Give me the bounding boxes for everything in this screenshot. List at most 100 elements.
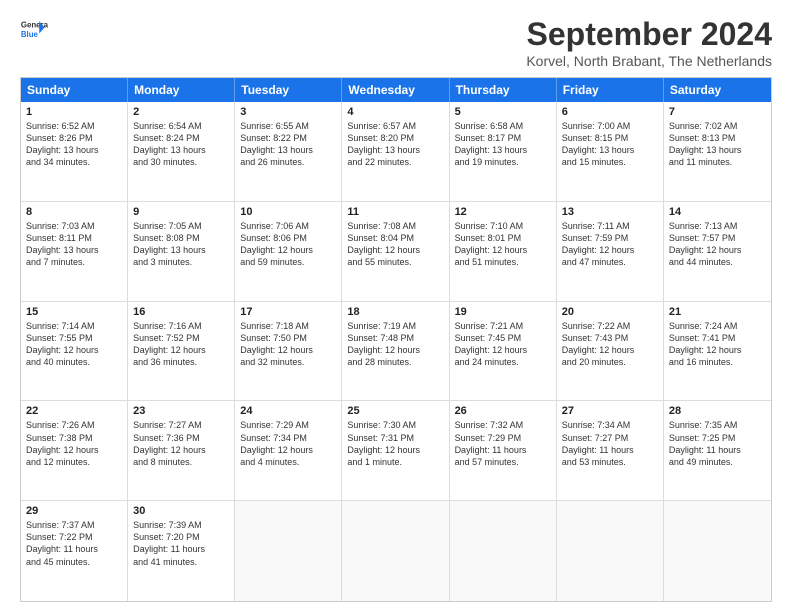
day-number: 26 [455, 405, 551, 417]
day-info: Sunrise: 7:34 AMSunset: 7:27 PMDaylight:… [562, 419, 658, 468]
svg-text:Blue: Blue [21, 30, 39, 39]
day-number: 1 [26, 106, 122, 118]
day-number: 18 [347, 306, 443, 318]
day-number: 28 [669, 405, 766, 417]
calendar-cell: 7 Sunrise: 7:02 AMSunset: 8:13 PMDaylight… [664, 102, 771, 201]
day-info: Sunrise: 7:02 AMSunset: 8:13 PMDaylight:… [669, 120, 766, 169]
calendar-cell: 1 Sunrise: 6:52 AMSunset: 8:26 PMDaylight… [21, 102, 128, 201]
calendar-cell: 13 Sunrise: 7:11 AMSunset: 7:59 PMDayligh… [557, 202, 664, 301]
weekday-header: Friday [557, 78, 664, 102]
calendar-cell: 5 Sunrise: 6:58 AMSunset: 8:17 PMDaylight… [450, 102, 557, 201]
day-info: Sunrise: 7:30 AMSunset: 7:31 PMDaylight:… [347, 419, 443, 468]
logo-icon: GeneralBlue [20, 16, 48, 44]
day-info: Sunrise: 7:11 AMSunset: 7:59 PMDaylight:… [562, 220, 658, 269]
calendar-row: 8 Sunrise: 7:03 AMSunset: 8:11 PMDaylight… [21, 202, 771, 302]
calendar-cell: 10Sunrise: 7:06 AMSunset: 8:06 PMDayligh… [235, 202, 342, 301]
calendar-cell [450, 501, 557, 601]
day-number: 19 [455, 306, 551, 318]
day-number: 21 [669, 306, 766, 318]
calendar-cell: 22 Sunrise: 7:26 AMSunset: 7:38 PMDayligh… [21, 401, 128, 500]
calendar-cell [664, 501, 771, 601]
day-number: 9 [133, 206, 229, 218]
calendar-cell: 19 Sunrise: 7:21 AMSunset: 7:45 PMDayligh… [450, 302, 557, 401]
day-info: Sunrise: 6:54 AMSunset: 8:24 PMDaylight:… [133, 120, 229, 169]
day-info: Sunrise: 7:24 AMSunset: 7:41 PMDaylight:… [669, 320, 766, 369]
calendar-cell: 11Sunrise: 7:08 AMSunset: 8:04 PMDayligh… [342, 202, 449, 301]
day-info: Sunrise: 7:37 AMSunset: 7:22 PMDaylight:… [26, 519, 122, 568]
calendar-row: 22 Sunrise: 7:26 AMSunset: 7:38 PMDayligh… [21, 401, 771, 501]
day-info: Sunrise: 7:16 AMSunset: 7:52 PMDaylight:… [133, 320, 229, 369]
weekday-header: Saturday [664, 78, 771, 102]
calendar-cell: 27Sunrise: 7:34 AMSunset: 7:27 PMDayligh… [557, 401, 664, 500]
weekday-header: Sunday [21, 78, 128, 102]
page-header: GeneralBlue September 2024 Korvel, North… [20, 16, 772, 69]
calendar-row: 29 Sunrise: 7:37 AMSunset: 7:22 PMDayligh… [21, 501, 771, 601]
day-number: 3 [240, 106, 336, 118]
day-number: 16 [133, 306, 229, 318]
calendar-body: 1 Sunrise: 6:52 AMSunset: 8:26 PMDaylight… [21, 102, 771, 601]
day-info: Sunrise: 7:10 AMSunset: 8:01 PMDaylight:… [455, 220, 551, 269]
day-info: Sunrise: 7:19 AMSunset: 7:48 PMDaylight:… [347, 320, 443, 369]
day-info: Sunrise: 6:52 AMSunset: 8:26 PMDaylight:… [26, 120, 122, 169]
weekday-header: Wednesday [342, 78, 449, 102]
logo: GeneralBlue [20, 16, 48, 44]
day-number: 13 [562, 206, 658, 218]
calendar-cell [557, 501, 664, 601]
day-number: 10 [240, 206, 336, 218]
calendar-cell: 30 Sunrise: 7:39 AMSunset: 7:20 PMDayligh… [128, 501, 235, 601]
day-number: 23 [133, 405, 229, 417]
day-info: Sunrise: 7:21 AMSunset: 7:45 PMDaylight:… [455, 320, 551, 369]
location: Korvel, North Brabant, The Netherlands [526, 53, 772, 69]
day-info: Sunrise: 7:22 AMSunset: 7:43 PMDaylight:… [562, 320, 658, 369]
calendar-row: 15Sunrise: 7:14 AMSunset: 7:55 PMDayligh… [21, 302, 771, 402]
day-info: Sunrise: 7:26 AMSunset: 7:38 PMDaylight:… [26, 419, 122, 468]
weekday-header: Tuesday [235, 78, 342, 102]
calendar-cell [235, 501, 342, 601]
day-number: 6 [562, 106, 658, 118]
calendar-cell: 29 Sunrise: 7:37 AMSunset: 7:22 PMDayligh… [21, 501, 128, 601]
weekday-header: Thursday [450, 78, 557, 102]
day-number: 22 [26, 405, 122, 417]
month-title: September 2024 [526, 16, 772, 53]
calendar-cell: 26Sunrise: 7:32 AMSunset: 7:29 PMDayligh… [450, 401, 557, 500]
day-info: Sunrise: 7:18 AMSunset: 7:50 PMDaylight:… [240, 320, 336, 369]
day-number: 30 [133, 505, 229, 517]
day-info: Sunrise: 7:14 AMSunset: 7:55 PMDaylight:… [26, 320, 122, 369]
calendar-cell: 20 Sunrise: 7:22 AMSunset: 7:43 PMDayligh… [557, 302, 664, 401]
day-info: Sunrise: 7:05 AMSunset: 8:08 PMDaylight:… [133, 220, 229, 269]
day-number: 5 [455, 106, 551, 118]
calendar-cell: 28Sunrise: 7:35 AMSunset: 7:25 PMDayligh… [664, 401, 771, 500]
calendar-cell: 25Sunrise: 7:30 AMSunset: 7:31 PMDayligh… [342, 401, 449, 500]
day-number: 2 [133, 106, 229, 118]
calendar-cell: 24Sunrise: 7:29 AMSunset: 7:34 PMDayligh… [235, 401, 342, 500]
calendar-cell: 23 Sunrise: 7:27 AMSunset: 7:36 PMDayligh… [128, 401, 235, 500]
day-number: 29 [26, 505, 122, 517]
day-info: Sunrise: 7:13 AMSunset: 7:57 PMDaylight:… [669, 220, 766, 269]
day-info: Sunrise: 6:57 AMSunset: 8:20 PMDaylight:… [347, 120, 443, 169]
calendar-cell: 6Sunrise: 7:00 AMSunset: 8:15 PMDaylight… [557, 102, 664, 201]
day-number: 17 [240, 306, 336, 318]
calendar-cell: 4 Sunrise: 6:57 AMSunset: 8:20 PMDaylight… [342, 102, 449, 201]
calendar-cell: 16 Sunrise: 7:16 AMSunset: 7:52 PMDayligh… [128, 302, 235, 401]
calendar-cell: 18 Sunrise: 7:19 AMSunset: 7:48 PMDayligh… [342, 302, 449, 401]
day-info: Sunrise: 7:27 AMSunset: 7:36 PMDaylight:… [133, 419, 229, 468]
day-number: 20 [562, 306, 658, 318]
day-info: Sunrise: 6:58 AMSunset: 8:17 PMDaylight:… [455, 120, 551, 169]
day-number: 7 [669, 106, 766, 118]
calendar-cell [342, 501, 449, 601]
calendar-cell: 21 Sunrise: 7:24 AMSunset: 7:41 PMDayligh… [664, 302, 771, 401]
calendar-cell: 3Sunrise: 6:55 AMSunset: 8:22 PMDaylight… [235, 102, 342, 201]
calendar-cell: 14 Sunrise: 7:13 AMSunset: 7:57 PMDayligh… [664, 202, 771, 301]
calendar-header: SundayMondayTuesdayWednesdayThursdayFrid… [21, 78, 771, 102]
calendar: SundayMondayTuesdayWednesdayThursdayFrid… [20, 77, 772, 602]
day-number: 8 [26, 206, 122, 218]
day-info: Sunrise: 7:39 AMSunset: 7:20 PMDaylight:… [133, 519, 229, 568]
calendar-cell: 8 Sunrise: 7:03 AMSunset: 8:11 PMDaylight… [21, 202, 128, 301]
day-info: Sunrise: 7:03 AMSunset: 8:11 PMDaylight:… [26, 220, 122, 269]
calendar-cell: 9 Sunrise: 7:05 AMSunset: 8:08 PMDaylight… [128, 202, 235, 301]
day-number: 11 [347, 206, 443, 218]
day-number: 4 [347, 106, 443, 118]
calendar-cell: 2 Sunrise: 6:54 AMSunset: 8:24 PMDaylight… [128, 102, 235, 201]
day-number: 14 [669, 206, 766, 218]
title-block: September 2024 Korvel, North Brabant, Th… [526, 16, 772, 69]
